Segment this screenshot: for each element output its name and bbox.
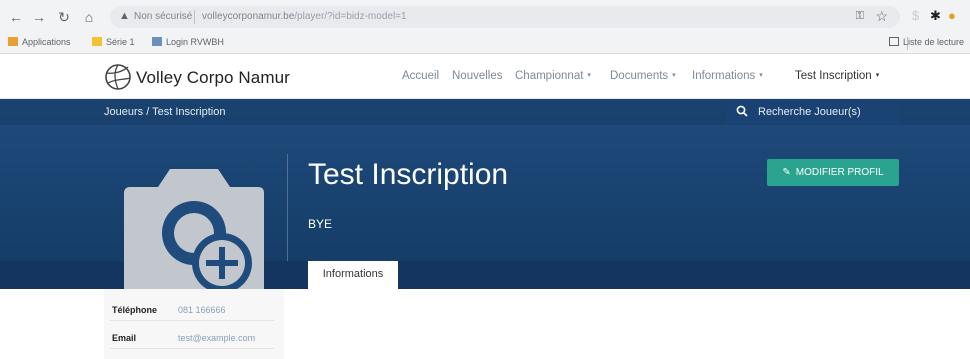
profile-avatar-icon[interactable]: ● <box>948 8 956 23</box>
bookmark-label: Login RVWBH <box>166 37 224 47</box>
menu-label: Informations <box>692 70 756 82</box>
address-separator <box>194 10 195 24</box>
site-header: Volley Corpo Namur Accueil Nouvelles Cha… <box>0 55 970 99</box>
apps-grid-icon <box>8 37 18 46</box>
url-host: volleycorponamur.be <box>202 11 295 22</box>
player-search[interactable]: Recherche Joueur(s) <box>726 99 900 125</box>
tab-informations[interactable]: Informations <box>308 261 398 289</box>
volleyball-icon[interactable] <box>104 63 132 91</box>
bookmark-label: Applications <box>22 37 71 47</box>
chevron-down-icon: ▾ <box>672 72 676 79</box>
info-value[interactable]: 081 166666 <box>178 305 226 315</box>
bookmark-applications[interactable]: Applications <box>8 37 71 47</box>
menu-documents[interactable]: Documents ▾ <box>610 70 676 82</box>
menu-label: Nouvelles <box>452 70 503 82</box>
bookmarks-bar: Applications Série 1 Login RVWBH Liste d… <box>0 33 970 54</box>
menu-label: Accueil <box>402 70 440 82</box>
search-icon <box>736 105 748 117</box>
extension-icon[interactable]: $ <box>912 8 919 23</box>
bookmark-label: Série 1 <box>106 37 135 47</box>
reading-list-label: Liste de lecture <box>902 37 964 47</box>
menu-label: Test Inscription <box>795 70 872 82</box>
site-logo-text[interactable]: Volley Corpo Namur <box>136 68 290 88</box>
puzzle-icon[interactable]: ✱ <box>930 8 941 24</box>
breadcrumb-bar: Joueurs / Test Inscription Recherche Jou… <box>0 99 970 125</box>
hero-divider <box>287 154 288 264</box>
info-key: Email <box>112 333 137 343</box>
profile-content: Téléphone 081 166666 Email test@example.… <box>0 289 970 359</box>
info-value[interactable]: test@example.com <box>178 333 255 343</box>
url-path: /player/?id=bidz-model=1 <box>294 11 407 22</box>
player-team: BYE <box>308 217 333 231</box>
reading-list-icon <box>888 37 899 46</box>
info-row-telephone: Téléphone 081 166666 <box>110 299 274 321</box>
breadcrumb[interactable]: Joueurs / Test Inscription <box>104 106 225 118</box>
back-arrow-icon[interactable]: ← <box>8 9 24 25</box>
menu-championnat[interactable]: Championnat ▾ <box>515 70 591 82</box>
url-text: volleycorponamur.be/player/?id=bidz-mode… <box>202 11 407 22</box>
key-icon[interactable]: ⚿ <box>856 10 864 23</box>
edit-profile-button[interactable]: ✎ MODIFIER PROFIL <box>767 159 899 186</box>
home-icon[interactable]: ⌂ <box>81 9 97 25</box>
pencil-icon: ✎ <box>782 167 791 178</box>
browser-toolbar: ← → ↻ ⌂ ▲ Non sécurisé volleycorponamur.… <box>0 0 970 33</box>
bookmark-login[interactable]: Login RVWBH <box>152 37 224 47</box>
player-info-card: Téléphone 081 166666 Email test@example.… <box>104 289 284 359</box>
site-favicon-icon <box>152 37 162 46</box>
info-row-email: Email test@example.com <box>110 327 274 349</box>
not-secure-label: Non sécurisé <box>134 11 193 22</box>
menu-nouvelles[interactable]: Nouvelles <box>452 70 503 82</box>
reload-icon[interactable]: ↻ <box>56 9 72 25</box>
search-label: Recherche Joueur(s) <box>758 106 861 118</box>
menu-accueil[interactable]: Accueil <box>402 70 439 82</box>
reading-list[interactable]: Liste de lecture <box>888 37 964 47</box>
menu-label: Championnat <box>515 70 584 82</box>
camera-plus-icon[interactable] <box>118 163 270 289</box>
menu-informations[interactable]: Informations ▾ <box>692 70 763 82</box>
warning-icon: ▲ <box>119 10 130 22</box>
bookmark-star-icon[interactable]: ☆ <box>875 8 888 25</box>
edit-profile-label: MODIFIER PROFIL <box>795 167 884 178</box>
player-name: Test Inscription <box>308 158 509 191</box>
address-bar[interactable]: ▲ Non sécurisé volleycorponamur.be/playe… <box>110 6 900 28</box>
info-key: Téléphone <box>112 305 158 315</box>
chevron-down-icon: ▾ <box>759 72 763 79</box>
chevron-down-icon: ▾ <box>587 72 591 79</box>
forward-arrow-icon[interactable]: → <box>31 9 47 25</box>
bookmark-serie[interactable]: Série 1 <box>92 37 135 47</box>
menu-test-inscription[interactable]: Test Inscription ▾ <box>795 70 879 82</box>
menu-label: Documents <box>610 70 669 82</box>
chevron-down-icon: ▾ <box>875 72 880 79</box>
folder-icon <box>92 37 102 46</box>
